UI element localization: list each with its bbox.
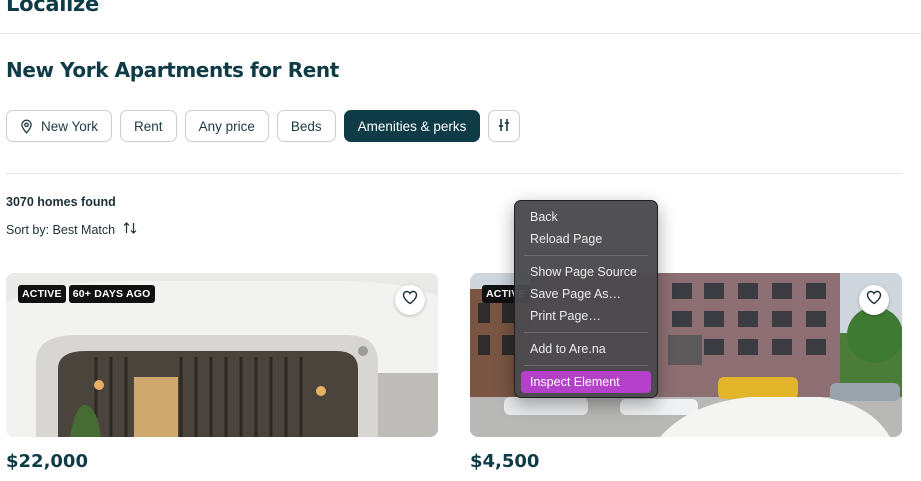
menu-item-reload-page[interactable]: Reload Page: [521, 228, 651, 250]
price-filter-button[interactable]: Any price: [184, 110, 269, 142]
beds-filter-button[interactable]: Beds: [276, 110, 336, 142]
beds-filter-label: Beds: [290, 118, 322, 134]
menu-item-add-to-arena[interactable]: Add to Are.na: [521, 338, 651, 360]
rent-filter-button[interactable]: Rent: [120, 110, 177, 142]
amenities-filter-button[interactable]: Amenities & perks: [343, 110, 481, 142]
favorite-button[interactable]: [859, 285, 889, 315]
price-filter-label: Any price: [198, 118, 255, 134]
listing-age-badge: 60+ DAYS AGO: [68, 285, 155, 303]
listing-card[interactable]: ACTIVE 60+ DAYS AGO: [6, 273, 438, 437]
results-count: 3070 homes found: [6, 195, 116, 209]
location-filter-button[interactable]: New York: [6, 110, 113, 142]
menu-separator: [524, 255, 648, 256]
favorite-button[interactable]: [395, 285, 425, 315]
sort-label: Sort by: Best Match: [6, 222, 116, 237]
menu-separator: [524, 332, 648, 333]
menu-item-print-page[interactable]: Print Page…: [521, 305, 651, 327]
more-filters-button[interactable]: [488, 110, 521, 142]
menu-item-inspect-element[interactable]: Inspect Element: [521, 371, 651, 393]
status-badge: ACTIVE: [18, 285, 66, 303]
amenities-filter-label: Amenities & perks: [357, 118, 467, 134]
menu-item-show-page-source[interactable]: Show Page Source: [521, 261, 651, 283]
heart-icon: [866, 290, 882, 310]
filter-bar: New York Rent Any price Beds Amenities &…: [6, 110, 521, 142]
header-divider: [0, 33, 921, 34]
site-logo[interactable]: Localize: [6, 0, 99, 16]
filters-divider: [6, 173, 902, 174]
sort-dropdown[interactable]: Sort by: Best Match: [6, 222, 137, 237]
listing-price: $4,500: [470, 451, 540, 472]
location-filter-label: New York: [41, 118, 99, 134]
listing-price: $22,000: [6, 451, 88, 472]
location-pin-icon: [20, 119, 33, 134]
rent-filter-label: Rent: [134, 118, 163, 134]
menu-separator: [524, 365, 648, 366]
listing-badges: ACTIVE 60+ DAYS AGO: [18, 285, 155, 303]
heart-icon: [402, 290, 418, 310]
menu-item-save-page-as[interactable]: Save Page As…: [521, 283, 651, 305]
menu-item-back[interactable]: Back: [521, 206, 651, 228]
page-title: New York Apartments for Rent: [6, 58, 339, 82]
context-menu: Back Reload Page Show Page Source Save P…: [514, 200, 658, 398]
filter-sliders-icon: [497, 118, 511, 135]
sort-arrows-icon: [123, 222, 137, 237]
